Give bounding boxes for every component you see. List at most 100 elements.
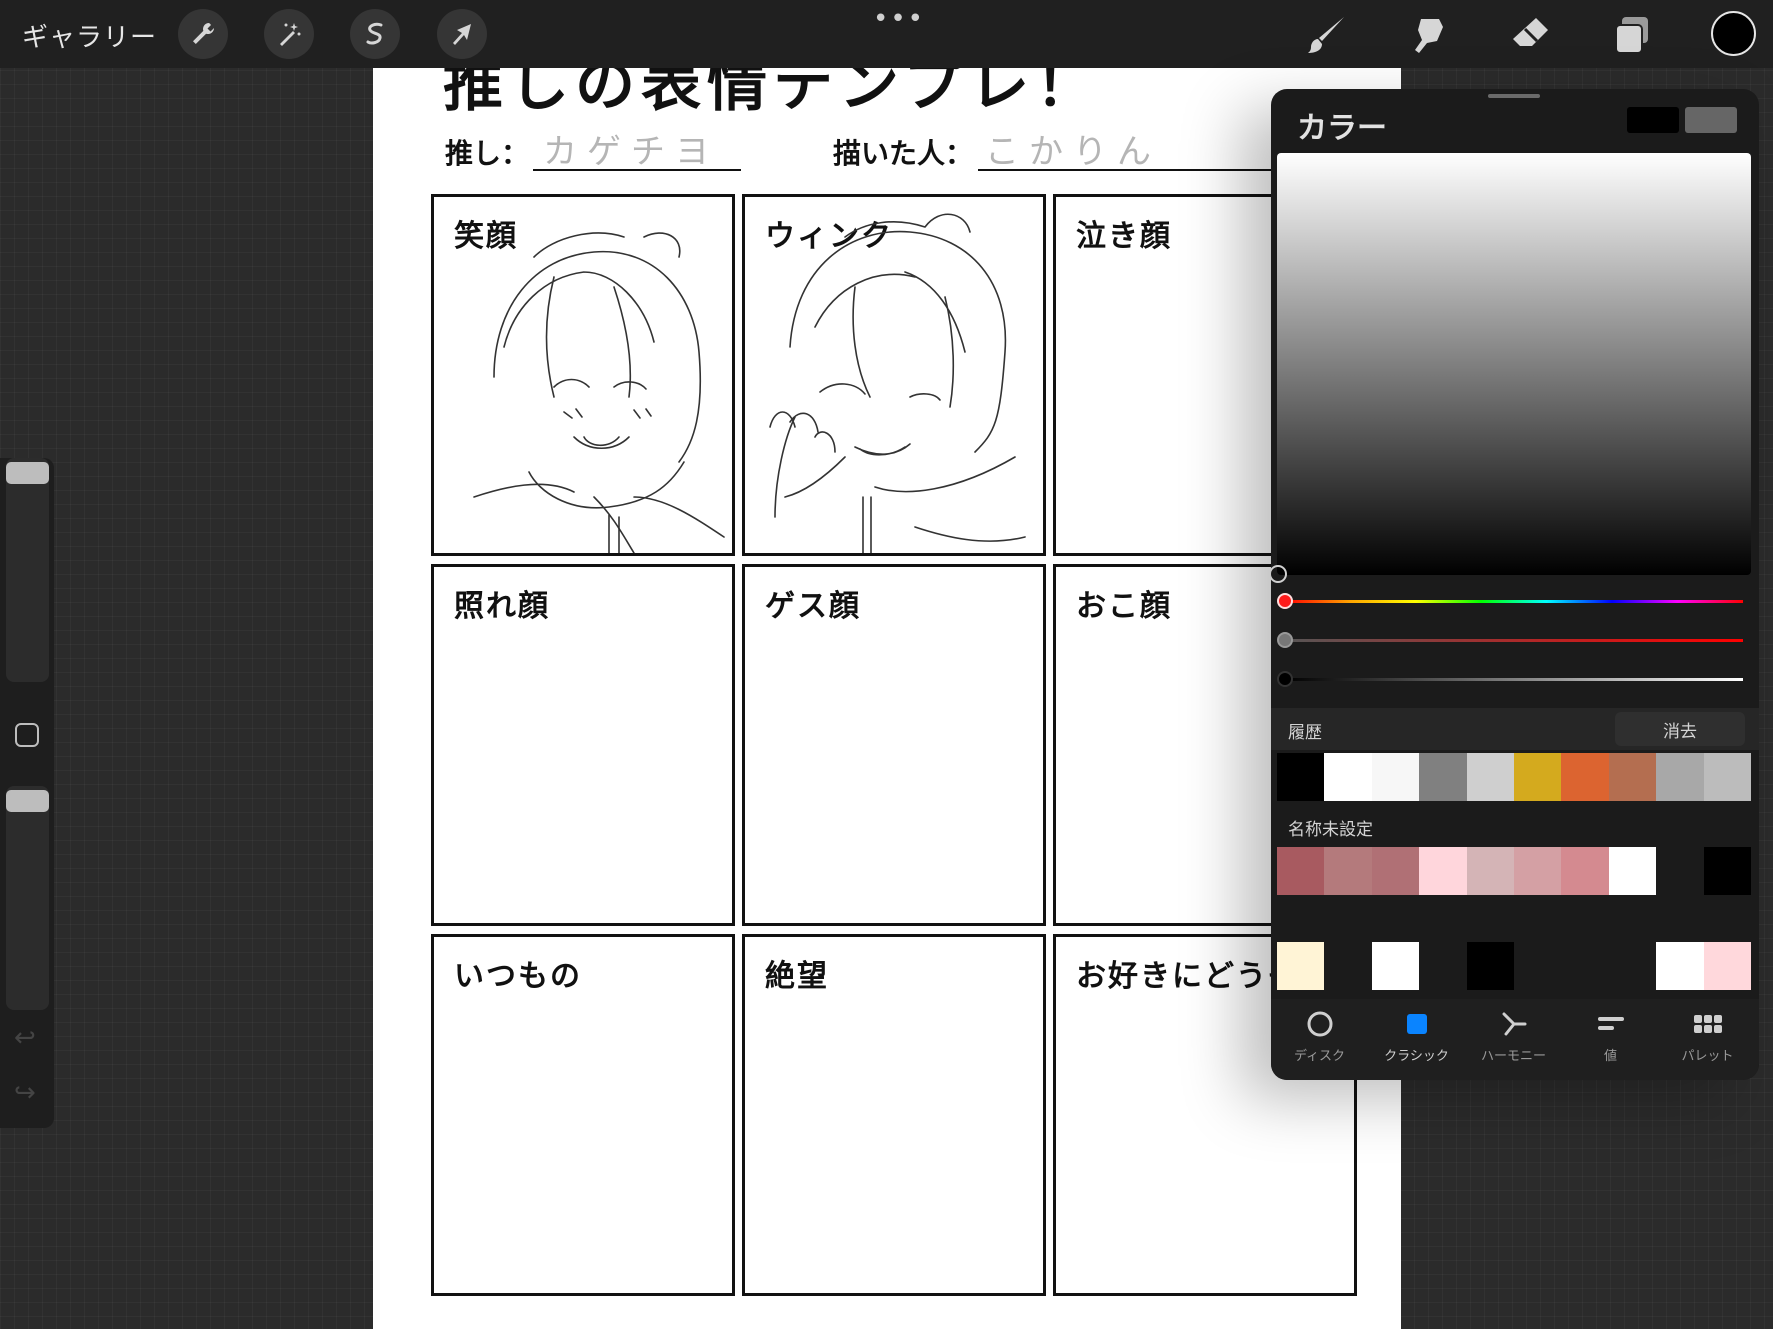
drawing-canvas[interactable]: 推しの表情テンプレ！ 推し： カゲチヨ 描いた人： こかりん 笑顔 ウィンク 泣…: [373, 68, 1401, 1329]
clear-history-button[interactable]: 消去: [1615, 712, 1745, 746]
cell-label: いつもの: [454, 959, 582, 994]
selection-icon[interactable]: [350, 9, 400, 59]
palette-swatch[interactable]: [1371, 897, 1420, 945]
panel-grabber[interactable]: [1488, 94, 1540, 98]
palette-swatch[interactable]: [1466, 942, 1514, 990]
palette-swatch[interactable]: [1419, 847, 1467, 895]
history-swatches: [1277, 753, 1751, 801]
undo-icon[interactable]: ↩: [14, 1023, 36, 1053]
color-mode-tabs: ディスク クラシック ハーモニー 値 パレット: [1271, 999, 1759, 1080]
tab-palette[interactable]: パレット: [1659, 999, 1756, 1080]
tab-value[interactable]: 値: [1562, 999, 1659, 1080]
tab-disc[interactable]: ディスク: [1271, 999, 1368, 1080]
tab-label: パレット: [1681, 1049, 1734, 1064]
history-swatch[interactable]: [1513, 753, 1562, 801]
gallery-button[interactable]: ギャラリー: [22, 17, 157, 54]
palette-swatch[interactable]: [1656, 942, 1704, 990]
left-sidebar: ↩ ↪: [0, 458, 54, 1128]
classic-icon: [1402, 1009, 1432, 1039]
value-icon: [1596, 1009, 1626, 1039]
previous-color-swatch[interactable]: [1685, 107, 1737, 133]
history-swatch[interactable]: [1656, 753, 1704, 801]
opacity-slider[interactable]: [6, 786, 49, 1010]
history-swatch[interactable]: [1371, 753, 1420, 801]
layers-icon[interactable]: [1609, 12, 1655, 58]
color-picker-handle[interactable]: [1271, 565, 1287, 583]
palette-swatch[interactable]: [1466, 897, 1514, 945]
palette-swatch[interactable]: [1608, 897, 1657, 945]
expression-cell-smile: 笑顔: [431, 194, 735, 556]
expression-cell-usual: いつもの: [431, 934, 735, 1296]
palette-row: [1277, 897, 1751, 945]
history-swatch[interactable]: [1277, 753, 1325, 801]
saturation-value-picker[interactable]: [1271, 153, 1751, 583]
saturation-slider[interactable]: [1285, 639, 1743, 642]
oshi-value: カゲチヨ: [543, 132, 719, 172]
redo-icon[interactable]: ↪: [14, 1078, 36, 1108]
artist-value: こかりん: [985, 132, 1161, 172]
palette-swatch[interactable]: [1561, 942, 1609, 990]
magic-wand-icon[interactable]: [264, 9, 314, 59]
palette-row: [1277, 847, 1751, 895]
history-swatch[interactable]: [1419, 753, 1467, 801]
sketch-wink: [769, 213, 1026, 553]
eraser-icon[interactable]: [1507, 12, 1553, 58]
history-swatch[interactable]: [1466, 753, 1514, 801]
palette-swatch[interactable]: [1277, 847, 1325, 895]
palette-swatch[interactable]: [1324, 942, 1372, 990]
history-swatch[interactable]: [1703, 753, 1751, 801]
current-color-button[interactable]: [1711, 11, 1756, 56]
wrench-icon[interactable]: [178, 9, 228, 59]
palette-swatch[interactable]: [1324, 897, 1372, 945]
palette-swatch[interactable]: [1656, 847, 1704, 895]
palette-swatch[interactable]: [1656, 897, 1704, 945]
history-swatch[interactable]: [1324, 753, 1372, 801]
history-header: 履歴 消去: [1271, 708, 1759, 750]
palette-swatch[interactable]: [1703, 942, 1751, 990]
hue-slider[interactable]: [1285, 600, 1743, 603]
hue-knob[interactable]: [1277, 593, 1293, 609]
brush-size-handle[interactable]: [6, 462, 49, 484]
palette-swatch[interactable]: [1513, 847, 1562, 895]
modify-button[interactable]: [15, 723, 39, 747]
palette-swatch[interactable]: [1703, 897, 1751, 945]
palette-swatch[interactable]: [1608, 942, 1657, 990]
palette-swatch[interactable]: [1324, 847, 1372, 895]
tab-label: 値: [1603, 1049, 1617, 1064]
palette-swatch[interactable]: [1513, 942, 1562, 990]
panel-title: カラー: [1297, 111, 1387, 146]
harmony-icon: [1499, 1009, 1529, 1039]
brightness-knob[interactable]: [1277, 671, 1293, 687]
smudge-icon[interactable]: [1406, 12, 1452, 58]
cell-label: 照れ顔: [454, 589, 550, 624]
palette-swatch[interactable]: [1561, 897, 1609, 945]
tab-classic[interactable]: クラシック: [1368, 999, 1465, 1080]
history-swatch[interactable]: [1561, 753, 1609, 801]
oshi-label: 推し：: [445, 137, 530, 170]
palette-swatch[interactable]: [1419, 942, 1467, 990]
palette-swatch[interactable]: [1608, 847, 1657, 895]
current-color-swatch[interactable]: [1627, 107, 1679, 133]
palette-swatch[interactable]: [1277, 897, 1325, 945]
palette-swatch[interactable]: [1561, 847, 1609, 895]
palette-swatch[interactable]: [1419, 897, 1467, 945]
brightness-slider[interactable]: [1285, 678, 1743, 681]
tab-label: クラシック: [1384, 1049, 1449, 1064]
palette-swatch[interactable]: [1703, 847, 1751, 895]
more-options-button[interactable]: •••: [873, 4, 925, 34]
palette-swatch[interactable]: [1371, 847, 1420, 895]
expression-cell-smug: ゲス顔: [742, 564, 1046, 926]
palette-swatch[interactable]: [1466, 847, 1514, 895]
opacity-handle[interactable]: [6, 790, 49, 812]
tab-harmony[interactable]: ハーモニー: [1465, 999, 1562, 1080]
palette-swatch[interactable]: [1371, 942, 1420, 990]
saturation-knob[interactable]: [1277, 632, 1293, 648]
brush-size-slider[interactable]: [6, 458, 49, 682]
history-swatch[interactable]: [1608, 753, 1657, 801]
cell-label: お好きにどうぞ: [1076, 959, 1300, 994]
color-panel: カラー 履歴 消去 名称未設定 ディスク クラシック ハーモニー 値 パレット: [1271, 89, 1759, 1080]
brush-icon[interactable]: [1305, 12, 1351, 58]
palette-swatch[interactable]: [1277, 942, 1325, 990]
palette-swatch[interactable]: [1513, 897, 1562, 945]
transform-arrow-icon[interactable]: [437, 9, 487, 59]
